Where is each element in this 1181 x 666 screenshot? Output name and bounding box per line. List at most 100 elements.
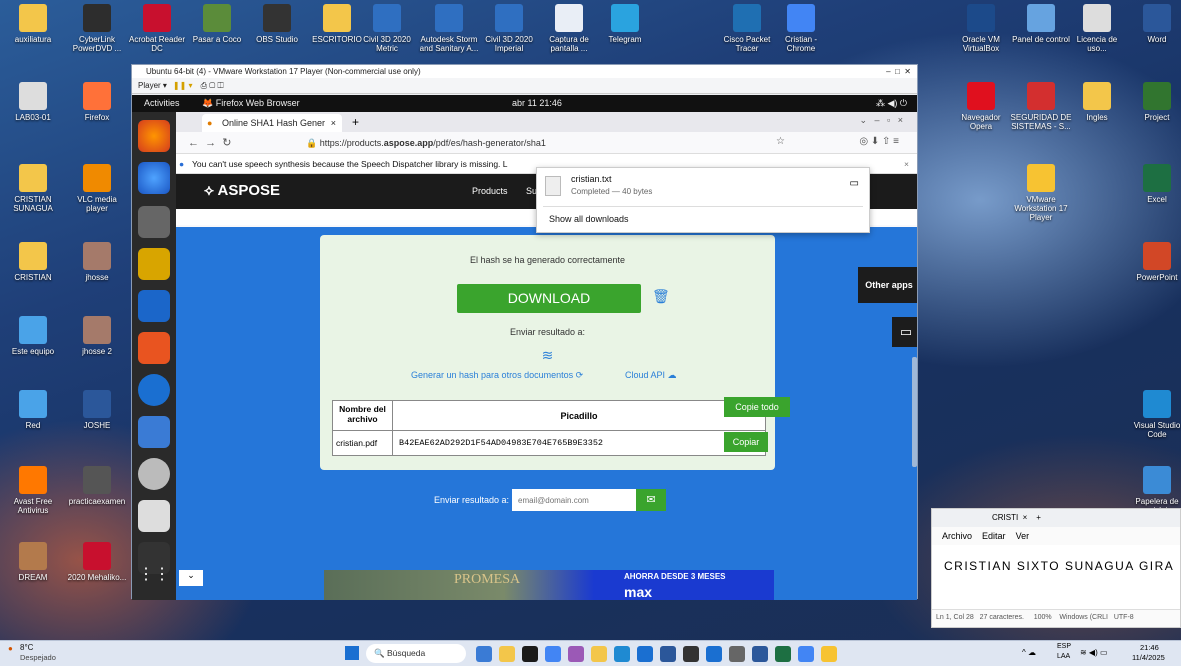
text-editor-dock-icon[interactable] [138, 416, 170, 448]
desktop-icon[interactable]: Excel [1126, 164, 1181, 204]
notepad-tab[interactable]: CRISTI [992, 513, 1018, 522]
desktop-icon[interactable]: Cisco Packet Tracer [716, 4, 778, 53]
writer-dock-icon[interactable] [138, 290, 170, 322]
url-bar[interactable]: 🔒 https://products.aspose.app/pdf/es/has… [306, 135, 786, 151]
tab-aspose[interactable]: ● Online SHA1 Hash Gener × [202, 114, 342, 132]
tray-icons[interactable]: ^ ☁ [1022, 648, 1036, 657]
thunderbird-dock-icon[interactable] [138, 162, 170, 194]
rhythmbox-dock-icon[interactable] [138, 248, 170, 280]
taskbar-app-icon[interactable] [476, 646, 492, 662]
nav-buttons[interactable]: ← → ↻ [188, 136, 231, 149]
download-filename[interactable]: cristian.txt [571, 174, 612, 184]
taskbar-app-icon[interactable] [545, 646, 561, 662]
copy-button[interactable]: Copiar [724, 432, 768, 452]
desktop-icon[interactable]: Word [1126, 4, 1181, 44]
open-folder-icon[interactable]: ▭ [850, 178, 859, 189]
desktop-icon[interactable]: CRISTIAN [2, 242, 64, 282]
nav-products[interactable]: Products [472, 186, 508, 196]
desktop-icon[interactable]: 2020 Mehaliko... [66, 542, 128, 582]
taskbar-app-icon[interactable] [798, 646, 814, 662]
desktop-icon[interactable]: Firefox [66, 82, 128, 122]
close-notice-icon[interactable]: × [904, 154, 909, 174]
disc-dock-icon[interactable] [138, 458, 170, 490]
email-input[interactable] [512, 489, 636, 511]
files-dock-icon[interactable] [138, 206, 170, 238]
other-apps-button[interactable]: Other apps [858, 267, 917, 303]
taskbar-time[interactable]: 21:46 [1140, 643, 1159, 652]
window-controls[interactable]: – □ ✕ [886, 65, 911, 78]
taskbar-app-icon[interactable] [614, 646, 630, 662]
desktop-icon[interactable]: jhosse [66, 242, 128, 282]
desktop-icon[interactable]: DREAM [2, 542, 64, 582]
vm-tool-icons[interactable]: ⎙ ▢ ◫ [201, 81, 224, 90]
lang-1[interactable]: ESP [1057, 643, 1071, 650]
start-button[interactable] [345, 646, 359, 660]
desktop-icon[interactable]: Avast Free Antivirus [2, 466, 64, 515]
software-dock-icon[interactable] [138, 332, 170, 364]
taskbar-app-icon[interactable] [637, 646, 653, 662]
desktop-icon[interactable]: Ingles [1066, 82, 1128, 122]
close-tab-icon[interactable]: × [331, 114, 336, 132]
send-options-icon[interactable]: ≋ [320, 347, 775, 364]
send-email-button[interactable]: ✉ [636, 489, 666, 511]
taskbar-app-icon[interactable] [522, 646, 538, 662]
weather-temp[interactable]: 8°C [20, 643, 33, 652]
desktop-icon[interactable]: SEGURIDAD DE SISTEMAS - S... [1010, 82, 1072, 131]
desktop-icon[interactable]: Civil 3D 2020 Metric [356, 4, 418, 53]
scrollbar[interactable] [912, 357, 917, 467]
taskbar-app-icon[interactable] [821, 646, 837, 662]
taskbar-app-icon[interactable] [499, 646, 515, 662]
bookmark-icon[interactable]: ☆ [776, 136, 785, 147]
desktop-icon[interactable]: Telegram [594, 4, 656, 44]
clock[interactable]: abr 11 21:46 [512, 95, 562, 112]
desktop-icon[interactable]: Pasar a Coco [186, 4, 248, 44]
weather-icon[interactable]: ● [8, 644, 13, 653]
show-all-downloads[interactable]: Show all downloads [549, 214, 629, 224]
desktop-icon[interactable]: Autodesk Storm and Sanitary A... [418, 4, 480, 53]
taskbar-app-icon[interactable] [706, 646, 722, 662]
desktop-icon[interactable]: Este equipo [2, 316, 64, 356]
copy-all-button[interactable]: Copie todo [724, 397, 790, 417]
help-dock-icon[interactable] [138, 374, 170, 406]
desktop-icon[interactable]: practicaexamen [66, 466, 128, 506]
menu-editar[interactable]: Editar [982, 531, 1006, 541]
desktop-icon[interactable]: Oracle VM VirtualBox [950, 4, 1012, 53]
desktop-icon[interactable]: LAB03-01 [2, 82, 64, 122]
desktop-icon[interactable]: VMware Workstation 17 Player [1010, 164, 1072, 222]
desktop-icon[interactable]: CRISTIAN SUNAGUA [2, 164, 64, 213]
generate-other-link[interactable]: Generar un hash para otros documentos ⟳ [411, 370, 583, 381]
network-volume-battery[interactable]: ≋ ◀) ▭ [1080, 648, 1108, 657]
collapse-icon[interactable]: ⌄ [179, 570, 203, 586]
new-tab-button[interactable]: + [352, 115, 359, 129]
search-box[interactable]: 🔍 Búsqueda [366, 644, 466, 663]
desktop-icon[interactable]: Licencia de uso... [1066, 4, 1128, 53]
desktop-icon[interactable]: Cristian - Chrome [770, 4, 832, 53]
firefox-app-menu[interactable]: 🦊 Firefox Web Browser [202, 95, 300, 112]
apps-grid-icon[interactable]: ⋮⋮ [138, 564, 170, 596]
ad-banner[interactable]: PROMESA AHORRA DESDE 3 MESES max [324, 570, 774, 600]
menu-archivo[interactable]: Archivo [942, 531, 972, 541]
window-buttons[interactable]: ⌄ – ▫ × [860, 115, 904, 126]
activities-button[interactable]: Activities [144, 95, 180, 112]
desktop-icon[interactable]: OBS Studio [246, 4, 308, 44]
desktop-icon[interactable]: Civil 3D 2020 Imperial [478, 4, 540, 53]
desktop-icon[interactable]: PowerPoint [1126, 242, 1181, 282]
save-dock-icon[interactable] [138, 500, 170, 532]
taskbar-app-icon[interactable] [729, 646, 745, 662]
desktop-icon[interactable]: Visual Studio Code [1126, 390, 1181, 439]
desktop-icon[interactable]: Captura de pantalla ... [538, 4, 600, 53]
pause-icon[interactable]: ❚❚ ▾ [173, 81, 193, 90]
menu-ver[interactable]: Ver [1016, 531, 1030, 541]
firefox-dock-icon[interactable] [138, 120, 170, 152]
delete-icon[interactable]: 🗑 [652, 288, 670, 305]
taskbar-app-icon[interactable] [660, 646, 676, 662]
desktop-icon[interactable]: jhosse 2 [66, 316, 128, 356]
system-tray-icons[interactable]: ⁂ ◀) ⏻ [876, 95, 907, 112]
desktop-icon[interactable]: VLC media player [66, 164, 128, 213]
aspose-logo[interactable]: ⟡ ASPOSE [204, 182, 280, 199]
cloud-api-link[interactable]: Cloud API ☁ [625, 370, 677, 381]
toolbar-right-icons[interactable]: ◎ ⬇ ⇧ ≡ [859, 136, 899, 147]
taskbar-app-icon[interactable] [568, 646, 584, 662]
taskbar-app-icon[interactable] [683, 646, 699, 662]
desktop-icon[interactable]: Panel de control [1010, 4, 1072, 44]
